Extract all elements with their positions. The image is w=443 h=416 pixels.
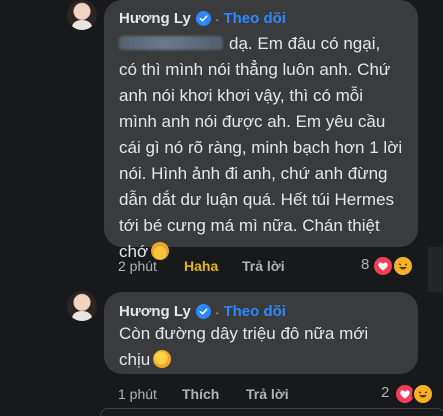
reply-button[interactable]: Trả lời xyxy=(242,258,285,274)
laugh-icon xyxy=(392,255,414,277)
haha-reaction-button[interactable]: Haha xyxy=(184,258,218,274)
comment-line: có thì mình nói thẳng luôn anh. Chứ xyxy=(119,60,391,79)
author-name[interactable]: Hương Ly xyxy=(119,10,191,27)
follow-button[interactable]: Theo dõi xyxy=(223,303,286,320)
comment-line: Còn đường dây triệu đô nữa mới xyxy=(119,324,369,343)
comment-line: dẫn dắt dư luận quá. Hết túi Hermes xyxy=(119,190,395,209)
comment-line: dạ. Em đâu có ngại, xyxy=(119,31,419,57)
blurred-mention xyxy=(119,36,223,50)
comment-text: Còn đường dây triệu đô nữa mới chịu xyxy=(119,321,419,373)
follow-button[interactable]: Theo dõi xyxy=(223,10,286,27)
rolling-laughing-emoji xyxy=(153,350,172,368)
comment-line: chịu xyxy=(119,347,419,373)
comment-line: mình anh nói được ah. Em yêu cầu xyxy=(119,112,386,131)
verified-badge-icon xyxy=(195,304,211,319)
comment-line: cái gì nó rõ ràng, minh bạch hơn 1 lời xyxy=(119,138,403,157)
like-button[interactable]: Thích xyxy=(182,386,219,402)
side-panel-edge xyxy=(428,247,443,292)
heart-icon xyxy=(372,255,394,277)
comment-header: Hương Ly · Theo dõi xyxy=(119,10,286,27)
separator-dot: · xyxy=(214,303,220,320)
comment-line: nói. Hình ảnh đi anh, chứ anh đừng xyxy=(119,164,388,183)
reply-button[interactable]: Trả lời xyxy=(246,386,289,402)
author-name[interactable]: Hương Ly xyxy=(119,303,191,320)
reaction-count[interactable]: 8 xyxy=(361,256,369,273)
comment-header: Hương Ly · Theo dõi xyxy=(119,303,286,320)
reaction-count[interactable]: 2 xyxy=(381,384,389,401)
avatar[interactable] xyxy=(67,0,97,30)
comment-time[interactable]: 1 phút xyxy=(118,386,157,402)
laugh-icon xyxy=(412,383,434,405)
avatar[interactable] xyxy=(67,291,97,321)
comment-line: tới bé cưng má mì nữa. Chán thiệt xyxy=(119,216,380,235)
comment-text: dạ. Em đâu có ngại, có thì mình nói thẳn… xyxy=(119,31,419,265)
verified-badge-icon xyxy=(195,11,211,26)
comment-time[interactable]: 2 phút xyxy=(118,258,157,274)
separator-dot: · xyxy=(214,10,220,27)
comment-line: anh nói khơi khơi vậy, thì có mỗi xyxy=(119,86,364,105)
